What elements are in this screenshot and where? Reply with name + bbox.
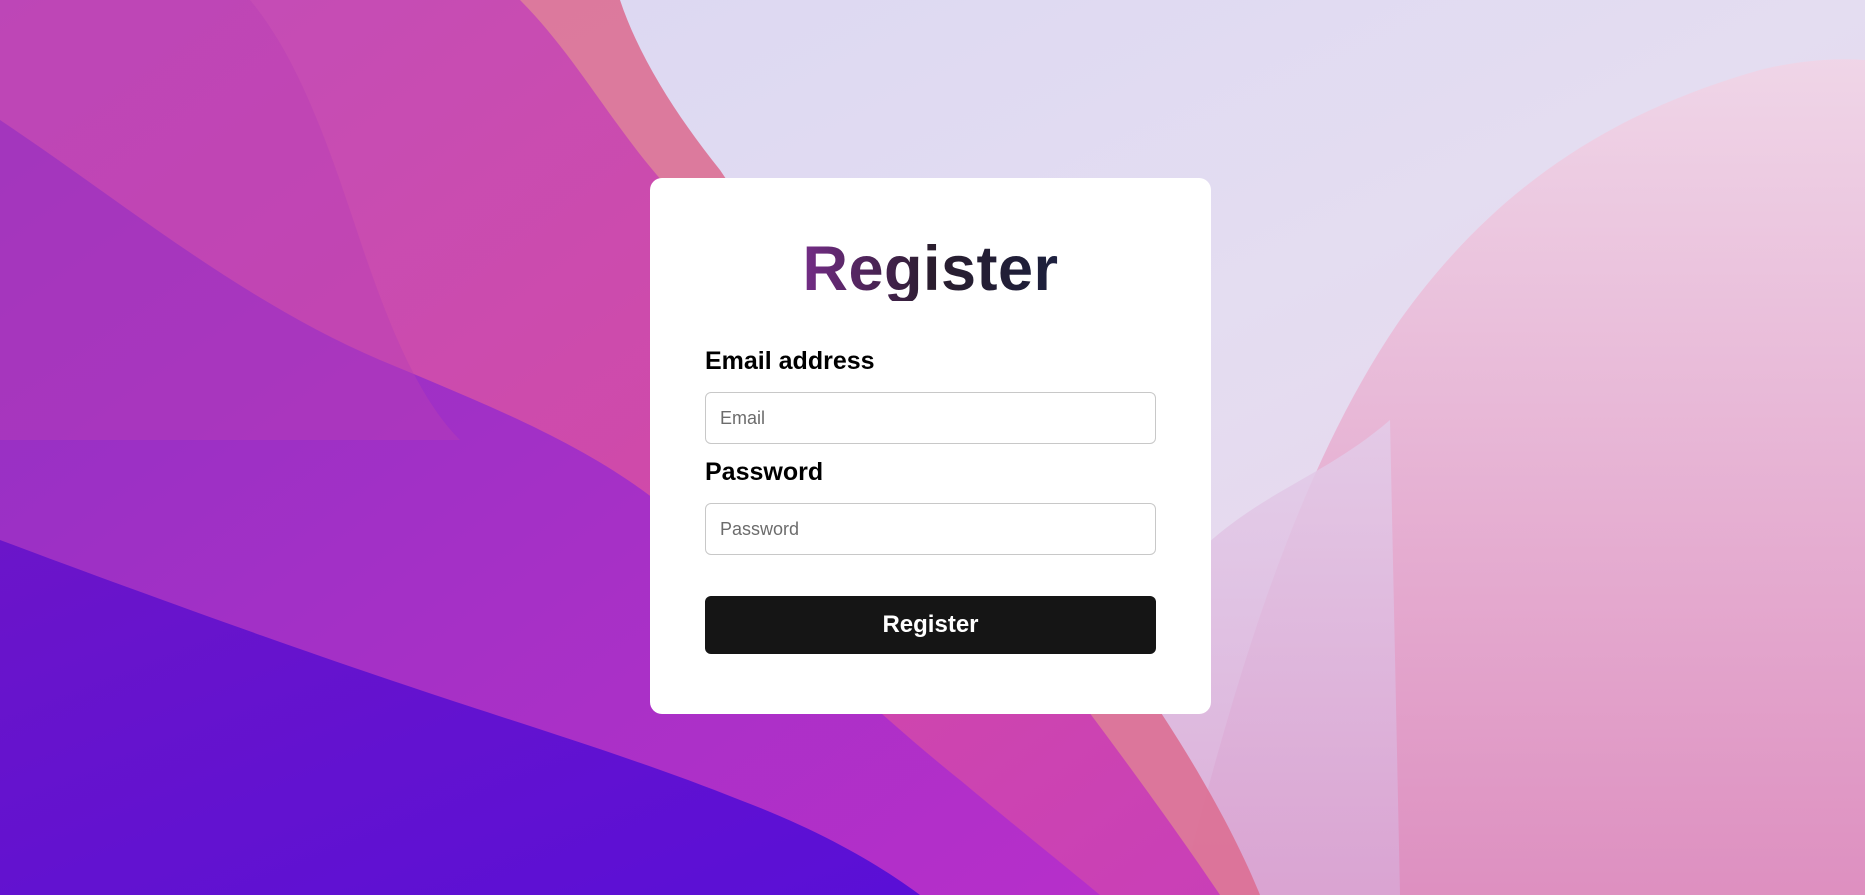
password-input[interactable]: [705, 503, 1156, 555]
register-card: Register Email address Password Register: [650, 178, 1211, 714]
email-input[interactable]: [705, 392, 1156, 444]
register-title: Register: [650, 238, 1211, 301]
register-screen: Register Email address Password Register: [0, 0, 1865, 895]
password-label: Password: [705, 458, 824, 486]
register-button[interactable]: Register: [705, 596, 1156, 654]
email-label: Email address: [705, 347, 875, 375]
